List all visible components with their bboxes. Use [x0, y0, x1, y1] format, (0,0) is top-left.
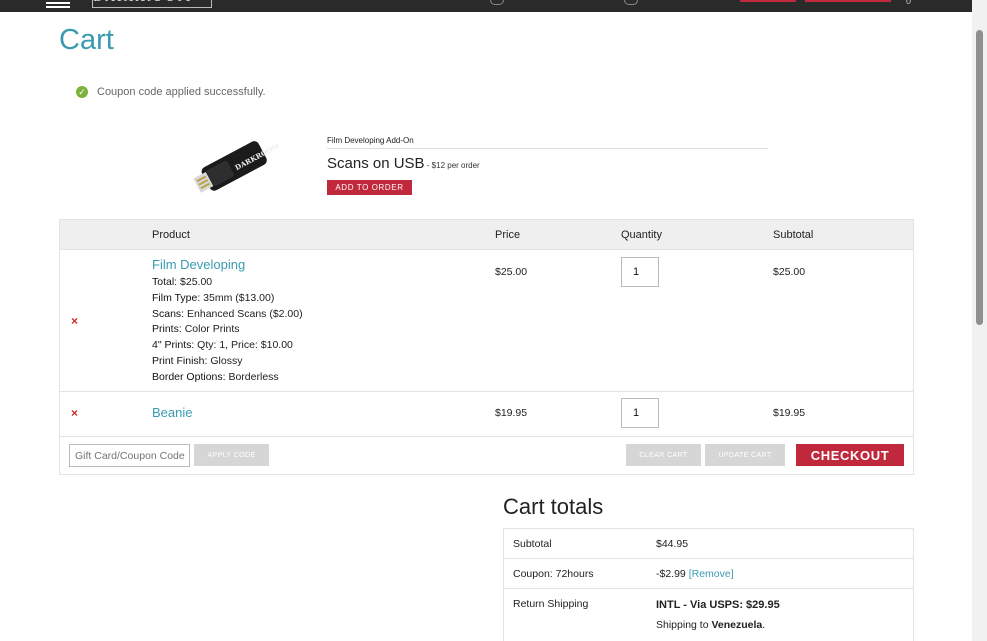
cart-actions: APPLY CODE CLEAR CART UPDATE CART CHECKO… [60, 437, 913, 474]
addon-heading: Film Developing Add-On [327, 136, 768, 149]
success-notice: ✓ Coupon code applied successfully. [76, 86, 266, 98]
column-subtotal: Subtotal [773, 229, 814, 241]
header-button[interactable] [740, 0, 796, 2]
table-row: × Film Developing Total: $25.00 Film Typ… [60, 250, 913, 392]
coupon-label: Coupon: 72hours [513, 568, 594, 580]
item-subtotal: $25.00 [773, 266, 806, 278]
addon-product: Scans on USB - $12 per order [327, 155, 480, 172]
product-meta: Total: $25.00 Film Type: 35mm ($13.00) S… [152, 275, 303, 386]
quantity-input[interactable] [621, 398, 659, 428]
checkout-button[interactable]: CHECKOUT [796, 444, 904, 466]
table-header: Product Price Quantity Subtotal [60, 220, 913, 250]
table-row: × Beanie $19.95 $19.95 [60, 392, 913, 437]
add-to-order-button[interactable]: ADD TO ORDER [327, 180, 412, 195]
page-title: Cart [59, 24, 114, 56]
usb-drive-image: DARKROOM [193, 141, 281, 193]
totals-row: Return Shipping INTL - Via USPS: $29.95 … [504, 589, 913, 641]
update-cart-button[interactable]: UPDATE CART [705, 444, 785, 466]
notice-text: Coupon code applied successfully. [97, 86, 266, 98]
top-bar: DARKROOM 0 [0, 0, 972, 12]
meta-line: Border Options: Borderless [152, 370, 279, 383]
cart-totals-title: Cart totals [503, 494, 604, 519]
site-logo[interactable]: DARKROOM [92, 0, 212, 8]
shipping-value: INTL - Via USPS: $29.95 [656, 599, 780, 611]
meta-line: Film Type: 35mm ($13.00) [152, 291, 275, 304]
item-price: $19.95 [495, 407, 528, 419]
subtotal-label: Subtotal [513, 538, 552, 550]
meta-line: Prints: Color Prints [152, 323, 240, 336]
item-price: $25.00 [495, 266, 528, 278]
meta-line: Print Finish: Glossy [152, 354, 243, 367]
column-quantity: Quantity [621, 229, 662, 241]
shipping-destination: Shipping to Venezuela. [656, 619, 766, 631]
apply-code-button[interactable]: APPLY CODE [194, 444, 269, 466]
nav-icon[interactable] [490, 0, 504, 5]
remove-item-button[interactable]: × [71, 406, 78, 420]
subtotal-value: $44.95 [656, 538, 689, 550]
shipping-label: Return Shipping [513, 598, 589, 610]
totals-row: Subtotal $44.95 [504, 529, 913, 559]
meta-line: 4" Prints: Qty: 1, Price: $10.00 [152, 339, 293, 352]
cart-totals-table: Subtotal $44.95 Coupon: 72hours -$2.99 [… [503, 528, 914, 641]
nav-icon[interactable] [624, 0, 638, 5]
cart-count[interactable]: 0 [906, 0, 911, 6]
product-link[interactable]: Film Developing [152, 257, 245, 272]
coupon-value: -$2.99 [Remove] [656, 568, 734, 580]
coupon-code-input[interactable] [69, 444, 190, 467]
meta-line: Scans: Enhanced Scans ($2.00) [152, 307, 303, 320]
check-circle-icon: ✓ [76, 86, 88, 98]
clear-cart-button[interactable]: CLEAR CART [626, 444, 701, 466]
addon-name: Scans on USB [327, 155, 425, 172]
remove-coupon-link[interactable]: [Remove] [689, 568, 734, 580]
hamburger-icon[interactable] [46, 0, 70, 8]
totals-row: Coupon: 72hours -$2.99 [Remove] [504, 559, 913, 589]
item-subtotal: $19.95 [773, 407, 806, 419]
cart-table: Product Price Quantity Subtotal × Film D… [59, 219, 914, 475]
product-link[interactable]: Beanie [152, 405, 192, 420]
remove-item-button[interactable]: × [71, 314, 78, 328]
quantity-input[interactable] [621, 257, 659, 287]
scrollbar-thumb[interactable] [976, 30, 983, 325]
addon-price: - $12 per order [424, 161, 480, 170]
column-product: Product [152, 229, 190, 241]
header-cart-button[interactable] [805, 0, 891, 2]
column-price: Price [495, 229, 521, 241]
meta-line: Total: $25.00 [152, 276, 213, 288]
